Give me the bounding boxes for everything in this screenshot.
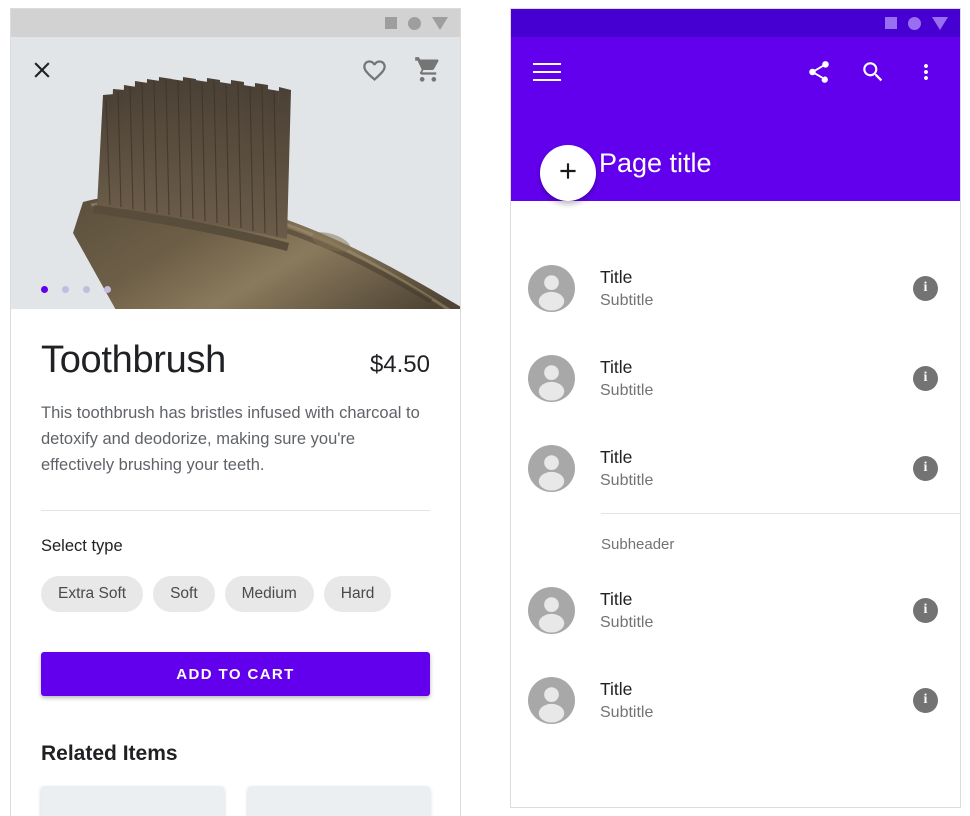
related-item-card-1[interactable] [41,786,224,816]
product-details: Toothbrush $4.50 This toothbrush has bri… [11,309,460,816]
list-item-title: Title [600,446,633,467]
product-title: Toothbrush [41,339,227,381]
person-avatar-icon [528,676,575,724]
carousel-pagination-dots[interactable] [41,286,111,293]
list-item[interactable]: Title Subtitle i [511,333,960,423]
right-status-bar [511,9,960,37]
related-items-heading: Related Items [41,742,178,765]
list-item-subtitle: Subtitle [600,703,654,721]
close-icon[interactable] [29,57,55,83]
person-avatar-icon [528,444,575,492]
info-icon[interactable]: i [913,365,938,391]
page-title: Page title [599,148,712,178]
list-item-text: Title Subtitle [600,357,653,400]
product-image-carousel[interactable] [11,37,460,309]
carousel-dot-1[interactable] [41,286,48,293]
list-item[interactable]: Title Subtitle i [511,655,960,745]
list-item-subtitle: Subtitle [600,291,654,309]
share-icon[interactable] [806,59,832,85]
circle-icon [908,16,921,30]
type-chip-group: Extra Soft Soft Medium Hard [41,576,430,612]
hamburger-menu-icon[interactable] [533,63,561,81]
add-to-cart-button[interactable]: ADD TO CART [41,652,430,696]
add-fab-button[interactable] [540,145,596,201]
triangle-down-icon [432,16,448,30]
list-item-subtitle: Subtitle [600,613,654,631]
carousel-dot-2[interactable] [62,286,69,293]
related-items-row [41,786,430,816]
app-bar-actions [511,37,960,107]
list-item[interactable]: Title Subtitle i [511,565,960,655]
list-subheader: Subheader [601,536,675,553]
list-item-title: Title [600,678,633,699]
triangle-down-icon [932,16,948,30]
list-item-subtitle: Subtitle [600,471,654,489]
list-item-subtitle: Subtitle [600,381,654,399]
person-avatar-icon [528,354,575,402]
chip-extra-soft[interactable]: Extra Soft [41,576,144,612]
carousel-dot-4[interactable] [104,286,111,293]
person-avatar-icon [528,586,575,634]
square-icon [385,17,397,29]
info-icon[interactable]: i [913,597,938,623]
list-item-text: Title Subtitle [600,679,653,722]
info-icon[interactable]: i [913,275,938,301]
content-list: Title Subtitle i Title Subtitle i Title … [511,201,960,745]
list-item-title: Title [600,356,633,377]
product-price: $4.50 [369,351,430,378]
list-item[interactable]: Title Subtitle i [511,423,960,513]
list-item-text: Title Subtitle [600,447,653,490]
shopping-cart-icon[interactable] [414,56,442,84]
person-avatar-icon [528,264,575,312]
list-item-title: Title [600,266,633,287]
chip-medium[interactable]: Medium [224,576,314,612]
carousel-dot-3[interactable] [83,286,90,293]
product-description: This toothbrush has bristles infused wit… [41,404,420,474]
plus-icon [555,158,581,189]
section-divider [41,510,430,511]
list-item-text: Title Subtitle [600,589,653,632]
left-status-bar [11,9,460,37]
right-phone-frame: Page title Title Subtitle i Title Subtit… [510,8,961,808]
select-type-label: Select type [41,537,123,555]
more-vert-icon[interactable] [914,60,938,84]
info-icon[interactable]: i [913,455,938,481]
related-item-card-2[interactable] [247,786,430,816]
list-item-title: Title [600,588,633,609]
info-icon[interactable]: i [913,687,938,713]
screenshot-root: Toothbrush $4.50 This toothbrush has bri… [0,0,970,816]
chip-soft[interactable]: Soft [153,576,215,612]
chip-hard[interactable]: Hard [323,576,392,612]
search-icon[interactable] [860,59,886,85]
square-icon [885,17,897,29]
product-title-row: Toothbrush $4.50 [41,309,430,382]
circle-icon [408,16,421,30]
heart-outline-icon[interactable] [361,57,388,84]
list-item[interactable]: Title Subtitle i [511,243,960,333]
list-item-text: Title Subtitle [600,267,653,310]
product-image-toolbar [11,37,460,103]
left-phone-frame: Toothbrush $4.50 This toothbrush has bri… [10,8,461,816]
